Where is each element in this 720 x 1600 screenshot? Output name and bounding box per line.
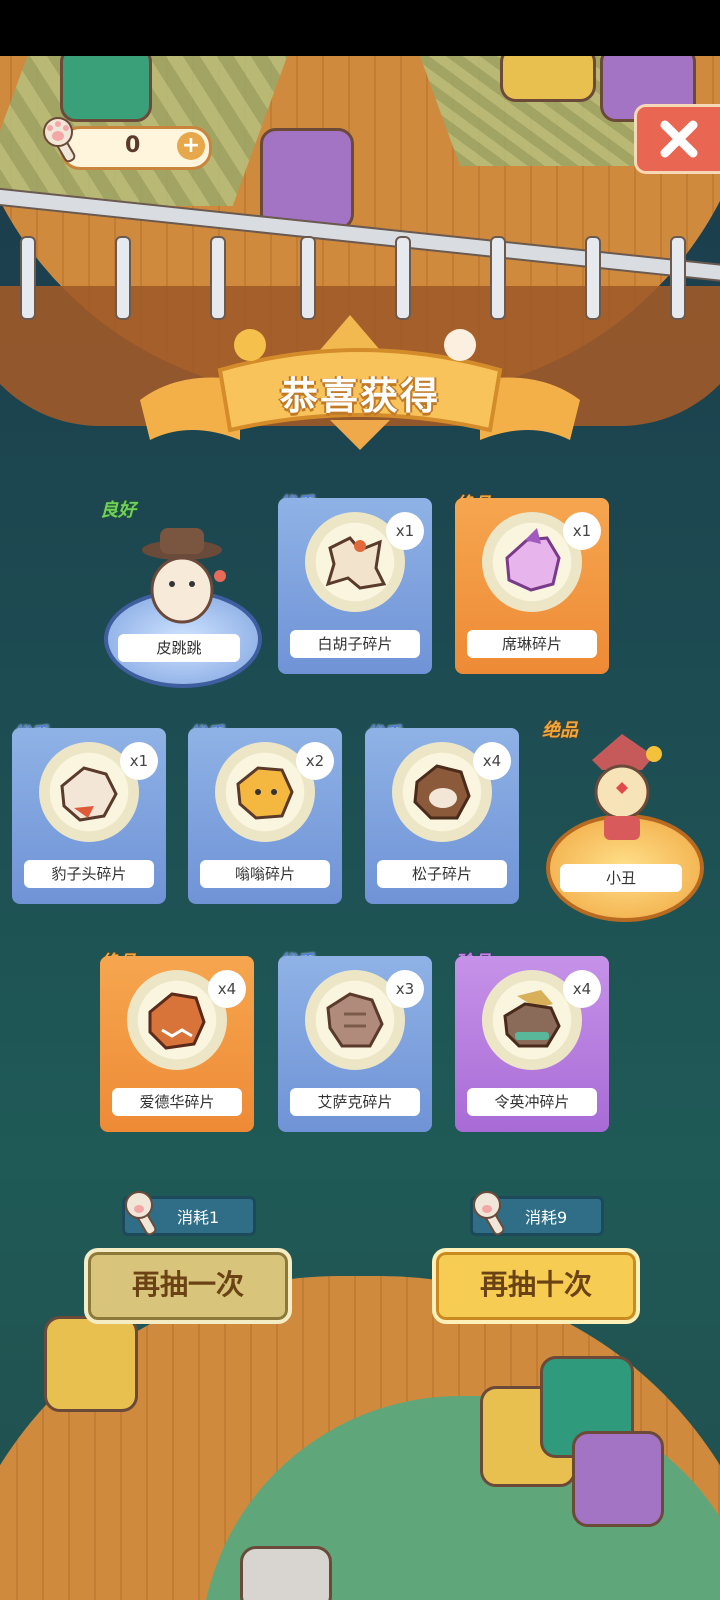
close-icon — [660, 120, 698, 158]
reward-count: x1 — [386, 512, 424, 550]
reward-card[interactable]: x1 豹子头碎片 — [12, 728, 166, 904]
reward-name: 皮跳跳 — [118, 634, 240, 662]
reward-card[interactable]: x1 白胡子碎片 — [278, 498, 432, 674]
reward-count: x2 — [296, 742, 334, 780]
rarity-tag: 良好 — [100, 500, 136, 521]
reward-count: x4 — [208, 970, 246, 1008]
paw-drumstick-icon — [125, 1191, 157, 1236]
clown-cat-icon — [592, 734, 662, 840]
cat-food-can — [500, 56, 596, 102]
cat-food-can — [44, 1316, 138, 1412]
paw-drumstick-icon — [43, 117, 76, 163]
draw-once-cost: 消耗1 — [122, 1191, 256, 1236]
cat-food-can — [60, 56, 152, 122]
reward-count: x1 — [120, 742, 158, 780]
reward-card[interactable]: x1 席琳碎片 — [455, 498, 609, 674]
cat-food-can — [260, 128, 354, 230]
reward-name: 豹子头碎片 — [24, 860, 154, 888]
reward-count: x3 — [386, 970, 424, 1008]
reward-card[interactable]: x4 爱德华碎片 — [100, 956, 254, 1132]
reward-name: 爱德华碎片 — [112, 1088, 242, 1116]
close-button[interactable] — [634, 104, 720, 174]
draw-once-button[interactable]: 再抽一次 — [84, 1248, 292, 1324]
reward-count: x1 — [563, 512, 601, 550]
celine-shard-icon — [505, 528, 561, 592]
cat-food-can — [572, 1431, 664, 1527]
cat-food-can — [240, 1546, 332, 1600]
draw-ten-cost: 消耗9 — [470, 1191, 604, 1236]
reward-name: 艾萨克碎片 — [290, 1088, 420, 1116]
cost-text: 消耗9 — [525, 1208, 568, 1227]
status-bar — [0, 0, 720, 56]
buzz-shard-icon — [236, 766, 294, 820]
reward-name: 嗡嗡碎片 — [200, 860, 330, 888]
reward-card[interactable]: x3 艾萨克碎片 — [278, 956, 432, 1132]
cat-with-hat-icon — [142, 528, 226, 624]
reward-count: x4 — [563, 970, 601, 1008]
reward-name: 席琳碎片 — [467, 630, 597, 658]
white-beard-shard-icon — [325, 536, 387, 590]
reward-card[interactable]: x2 嗡嗡碎片 — [188, 728, 342, 904]
reward-count: x4 — [473, 742, 511, 780]
reward-card[interactable]: x4 松子碎片 — [365, 728, 519, 904]
reward-name: 小丑 — [560, 864, 682, 892]
isaac-shard-icon — [326, 992, 384, 1048]
cost-text: 消耗1 — [177, 1208, 220, 1227]
add-currency-button[interactable]: + — [177, 132, 205, 160]
reward-name: 令英冲碎片 — [467, 1088, 597, 1116]
ling-ying-chong-shard-icon — [503, 990, 561, 1048]
reward-banner: 恭喜获得 — [140, 310, 580, 470]
leopard-head-shard-icon — [60, 766, 118, 822]
reward-character[interactable]: 皮跳跳 — [104, 520, 262, 700]
paw-drumstick-icon — [473, 1191, 505, 1236]
reward-card[interactable]: x4 令英冲碎片 — [455, 956, 609, 1132]
reward-name: 松子碎片 — [377, 860, 507, 888]
reward-character[interactable]: 小丑 — [546, 730, 704, 926]
reward-title: 恭喜获得 — [279, 374, 440, 418]
currency-amount: 0 — [125, 133, 141, 158]
draw-ten-button[interactable]: 再抽十次 — [432, 1248, 640, 1324]
pine-nut-shard-icon — [413, 764, 471, 820]
edward-shard-icon — [148, 992, 206, 1050]
reward-name: 白胡子碎片 — [290, 630, 420, 658]
